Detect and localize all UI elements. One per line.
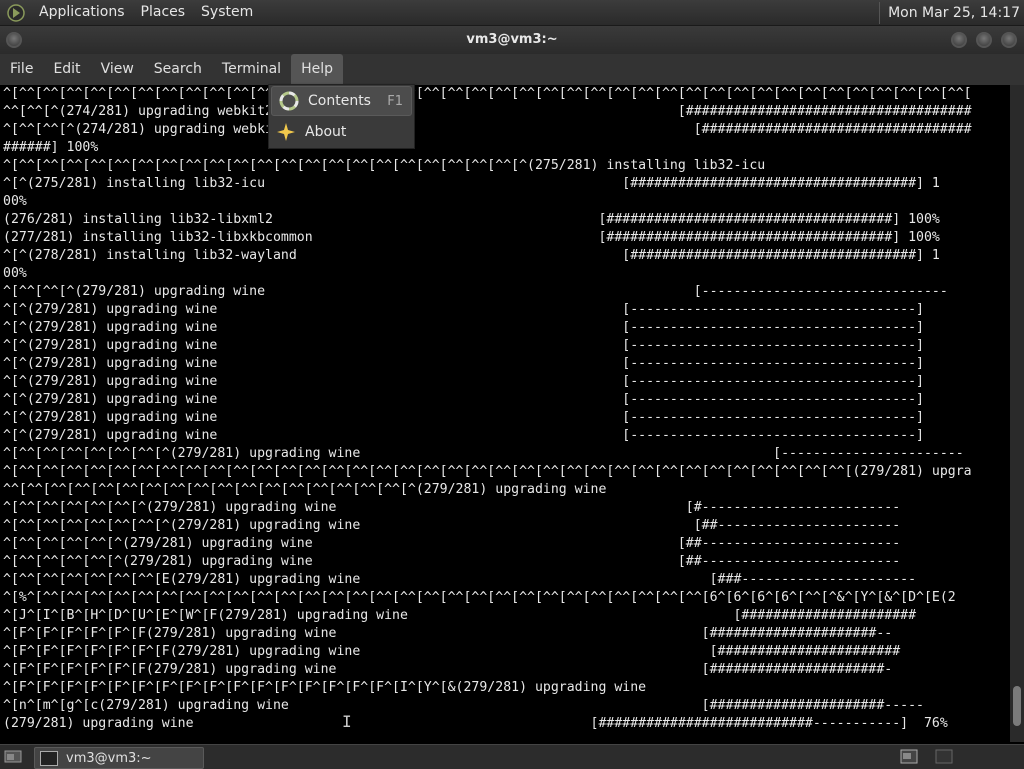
about-star-icon	[277, 123, 295, 141]
terminal-line: ^[^(279/281) upgrading wine [-----------…	[3, 302, 924, 317]
system-menu[interactable]: System	[193, 0, 261, 25]
menu-help[interactable]: Help	[291, 54, 343, 85]
window-title: vm3@vm3:~	[466, 32, 558, 47]
terminal-line: ^[^^[^^[^^[^^[^^[^^[^^[^^[^^[^^[^^[^^[^^…	[3, 86, 972, 101]
terminal-line: ^[^^[^^[^^[^^[^^[^^[^(279/281) upgrading…	[3, 518, 901, 533]
terminal-line: ^[^^[^^[^^[^^[^^[^^[^^[^^[^^[^^[^^[^^[^^…	[3, 464, 972, 479]
workspace-2-icon[interactable]	[935, 749, 953, 764]
help-contents-label: Contents	[308, 93, 371, 109]
help-contents-icon	[279, 91, 299, 111]
terminal-scrollbar[interactable]	[1010, 85, 1024, 742]
places-menu[interactable]: Places	[133, 0, 194, 25]
menu-file[interactable]: File	[0, 54, 43, 85]
menu-edit[interactable]: Edit	[43, 54, 90, 85]
help-contents-accel: F1	[387, 93, 403, 109]
maximize-icon[interactable]	[976, 32, 992, 48]
terminal-line: ^[^(279/281) upgrading wine [-----------…	[3, 356, 924, 371]
terminal-line: ^^[^^[^^[^^[^^[^^[^^[^^[^^[^^[^^[^^[^^[^…	[3, 482, 607, 497]
terminal-line: ^[^(279/281) upgrading wine [-----------…	[3, 374, 924, 389]
terminal-line: ^[^(275/281) installing lib32-icu [#####…	[3, 176, 940, 191]
about-label: About	[305, 124, 347, 140]
top-panel: Applications Places System Mon Mar 25, 1…	[0, 0, 1024, 26]
terminal-line: (276/281) installing lib32-libxml2 [####…	[3, 212, 940, 227]
window-titlebar[interactable]: vm3@vm3:~	[0, 26, 1024, 54]
taskbar-window-label: vm3@vm3:~	[66, 750, 152, 766]
terminal-line: ^[^^[^^[^^[^^[^^[^^[E(279/281) upgrading…	[3, 572, 917, 587]
terminal-line: ^[F^[F^[F^[F^[F^[F(279/281) upgrading wi…	[3, 626, 893, 641]
menubar: File Edit View Search Terminal Help	[0, 54, 1024, 85]
terminal-line: ^[^(279/281) upgrading wine [-----------…	[3, 392, 924, 407]
terminal-line: ######] 100%	[3, 140, 99, 155]
distro-logo-icon[interactable]	[7, 3, 25, 22]
terminal-line: ^[^^[^^[^^[^^[^^[^(279/281) upgrading wi…	[3, 500, 901, 515]
terminal-line: ^[F^[F^[F^[F^[F^[F(279/281) upgrading wi…	[3, 662, 893, 677]
window-menu-icon[interactable]	[6, 32, 22, 48]
workspace-switcher-icon[interactable]	[900, 749, 918, 764]
terminal-line: ^[^^[^^[^^[^^[^(279/281) upgrading wine …	[3, 536, 901, 551]
terminal-line: ^[^^[^^[^^[^^[^(279/281) upgrading wine …	[3, 554, 901, 569]
terminal-line: ^[%^[^^[^^[^^[^^[^^[^^[^^[^^[^^[^^[^^[^^…	[3, 590, 956, 605]
taskbar-window-button[interactable]: vm3@vm3:~	[34, 747, 204, 769]
terminal-line: ^[^(279/281) upgrading wine [-----------…	[3, 338, 924, 353]
menu-terminal[interactable]: Terminal	[212, 54, 291, 85]
show-desktop-icon[interactable]	[4, 749, 22, 764]
terminal-line: 00%	[3, 266, 27, 281]
about-item[interactable]: About	[269, 117, 414, 147]
terminal-line: 00%	[3, 194, 27, 209]
menu-view[interactable]: View	[91, 54, 144, 85]
terminal-line: ^[^(279/281) upgrading wine [-----------…	[3, 320, 924, 335]
terminal-line: ^[^(279/281) upgrading wine [-----------…	[3, 410, 924, 425]
terminal-line: ^[^^[^^[^^[^^[^^[^^[^^[^^[^^[^^[^^[^^[^^…	[3, 158, 766, 173]
minimize-icon[interactable]	[951, 32, 967, 48]
bottom-panel: vm3@vm3:~	[0, 744, 1024, 769]
menu-search[interactable]: Search	[144, 54, 212, 85]
terminal-line: ^[^^[^^[^^[^^[^^[^^[^(279/281) upgrading…	[3, 446, 964, 461]
mouse-cursor-icon: I	[342, 712, 352, 731]
terminal-line: (279/281) upgrading wine [##############…	[3, 716, 948, 731]
close-icon[interactable]	[1001, 32, 1017, 48]
terminal-line: ^[^(278/281) installing lib32-wayland [#…	[3, 248, 940, 263]
terminal-line: ^[J^[I^[B^[H^[D^[U^[E^[W^[F(279/281) upg…	[3, 608, 917, 623]
terminal-line: ^[F^[F^[F^[F^[F^[F^[F(279/281) upgrading…	[3, 644, 901, 659]
terminal-line: ^^[^^[^(274/281) upgrading webkit2gtk [#…	[3, 104, 972, 119]
terminal-line: ^[F^[F^[F^[F^[F^[F^[F^[F^[F^[F^[F^[F^[F^…	[3, 680, 647, 695]
terminal-line: ^[^^[^^[^(274/281) upgrading webkit2gtk …	[3, 122, 972, 137]
terminal-app-icon	[40, 750, 58, 766]
terminal-output[interactable]: ^[^^[^^[^^[^^[^^[^^[^^[^^[^^[^^[^^[^^[^^…	[0, 85, 1010, 742]
clock[interactable]: Mon Mar 25, 14:17	[880, 5, 1024, 21]
help-dropdown: Contents F1 About	[268, 84, 415, 149]
scrollbar-thumb[interactable]	[1013, 686, 1021, 726]
terminal-line: (277/281) installing lib32-libxkbcommon …	[3, 230, 940, 245]
help-contents-item[interactable]: Contents F1	[271, 86, 412, 116]
applications-menu[interactable]: Applications	[31, 0, 133, 25]
terminal-line: ^[^(279/281) upgrading wine [-----------…	[3, 428, 924, 443]
terminal-line: ^[^^[^^[^(279/281) upgrading wine [-----…	[3, 284, 948, 299]
terminal-line: ^[n^[m^[g^[c(279/281) upgrading wine [##…	[3, 698, 924, 713]
